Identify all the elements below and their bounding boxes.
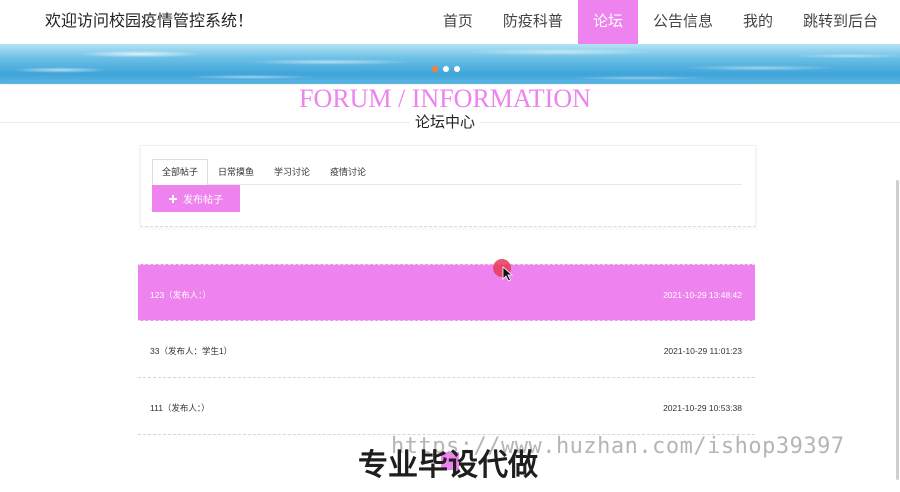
- main-nav: 首页 防疫科普 论坛 公告信息 我的 跳转到后台: [428, 0, 893, 44]
- section-title-chinese: 论坛中心: [409, 114, 480, 132]
- carousel-dot[interactable]: [454, 66, 460, 72]
- tab-study-discussion[interactable]: 学习讨论: [264, 159, 320, 184]
- post-list: 123（发布人：） 2021-10-29 13:48:42 33（发布人：学生1…: [138, 264, 755, 435]
- page-scrollbar[interactable]: [896, 180, 899, 480]
- post-title: 123（发布人：）: [150, 289, 211, 300]
- post-row[interactable]: 111（发布人：） 2021-10-29 10:53:38: [138, 378, 755, 435]
- carousel-dot[interactable]: [432, 66, 438, 72]
- site-title: 欢迎访问校园疫情管控系统！: [45, 13, 254, 30]
- plus-icon: [169, 194, 177, 203]
- carousel-dot[interactable]: [443, 66, 449, 72]
- mouse-pointer-icon: [493, 259, 514, 282]
- nav-prevention-science[interactable]: 防疫科普: [488, 0, 578, 44]
- post-row[interactable]: 123（发布人：） 2021-10-29 13:48:42: [138, 264, 755, 321]
- post-title: 33（发布人：学生1）: [150, 346, 233, 356]
- tab-epidemic-discussion[interactable]: 疫情讨论: [320, 159, 376, 184]
- carousel-dots: [432, 66, 460, 72]
- nav-my-account[interactable]: 我的: [728, 0, 788, 44]
- nav-home[interactable]: 首页: [428, 0, 488, 44]
- watermark-slogan: 专业毕设代做: [358, 449, 538, 482]
- nav-announcements[interactable]: 公告信息: [638, 0, 728, 44]
- post-time: 2021-10-29 10:53:38: [663, 403, 742, 413]
- top-navigation-bar: 欢迎访问校园疫情管控系统！ 首页 防疫科普 论坛 公告信息 我的 跳转到后台: [0, 0, 900, 44]
- post-time: 2021-10-29 11:01:23: [663, 346, 742, 356]
- nav-forum[interactable]: 论坛: [577, 0, 638, 44]
- forum-category-tabs: 全部帖子 日常摸鱼 学习讨论 疫情讨论: [152, 159, 742, 185]
- post-row[interactable]: 33（发布人：学生1） 2021-10-29 11:01:23: [138, 321, 755, 378]
- post-title: 111（发布人：）: [150, 403, 210, 413]
- forum-filter-card: 全部帖子 日常摸鱼 学习讨论 疫情讨论 发布帖子: [140, 145, 756, 227]
- section-title-wrap: 论坛中心: [0, 114, 890, 132]
- tab-all-posts[interactable]: 全部帖子: [152, 159, 209, 185]
- publish-post-button[interactable]: 发布帖子: [152, 185, 240, 212]
- nav-go-to-admin[interactable]: 跳转到后台: [788, 0, 893, 44]
- section-title-english: FORUM / INFORMATION: [299, 84, 591, 113]
- publish-post-label: 发布帖子: [183, 195, 223, 206]
- post-time: 2021-10-29 13:48:42: [663, 289, 742, 300]
- banner-carousel: [0, 44, 900, 84]
- tab-daily-chat[interactable]: 日常摸鱼: [208, 159, 264, 184]
